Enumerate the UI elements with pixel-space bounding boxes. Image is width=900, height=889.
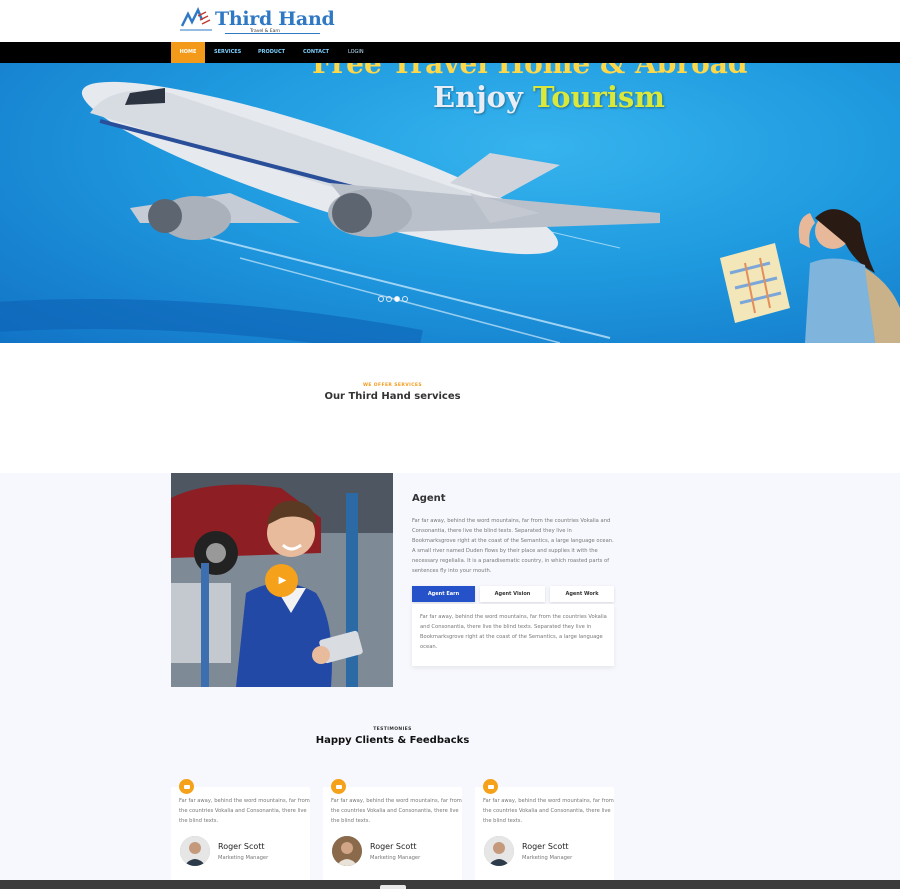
- testimonies-title: Happy Clients & Feedbacks: [315, 735, 470, 746]
- tab-agent-work[interactable]: Agent Work: [550, 586, 614, 602]
- slider-dot[interactable]: [378, 296, 384, 302]
- hero-slider[interactable]: Free Travel Home & Abroad Enjoy Tourism: [0, 63, 900, 343]
- testimonial-name: Roger Scott: [370, 842, 417, 851]
- slider-dot[interactable]: [386, 296, 392, 302]
- avatar: [332, 836, 362, 866]
- tab-agent-earn[interactable]: Agent Earn: [412, 586, 475, 602]
- agent-title: Agent: [412, 493, 446, 504]
- services-kicker: WE OFFER SERVICES: [362, 383, 423, 388]
- testimonial-text: Far far away, behind the word mountains,…: [331, 798, 462, 824]
- nav-product[interactable]: PRODUCT: [258, 42, 285, 63]
- person-icon: [332, 836, 362, 866]
- quote-icon: [179, 779, 194, 794]
- quote-icon: [483, 779, 498, 794]
- logo-tagline: Travel & Earn: [250, 29, 280, 34]
- nav-login[interactable]: LOGIN: [348, 42, 364, 63]
- site-header: [0, 0, 900, 42]
- person-icon: [484, 836, 514, 866]
- services-section: [0, 343, 900, 473]
- tab-panel-text: Far far away, behind the word mountains,…: [420, 614, 607, 650]
- slider-dot-active[interactable]: [394, 296, 400, 302]
- services-title: Our Third Hand services: [324, 391, 461, 402]
- scroll-handle[interactable]: [380, 885, 406, 889]
- nav-contact[interactable]: CONTACT: [303, 42, 329, 63]
- avatar: [484, 836, 514, 866]
- tourist-woman-icon: [720, 209, 900, 343]
- testimonial-name: Roger Scott: [218, 842, 265, 851]
- slider-dot[interactable]: [402, 296, 408, 302]
- testimonial-role: Marketing Manager: [370, 855, 421, 861]
- play-button[interactable]: ▶: [265, 564, 298, 597]
- testimonial-role: Marketing Manager: [218, 855, 269, 861]
- nav-home[interactable]: HOME: [171, 42, 205, 63]
- avatar: [180, 836, 210, 866]
- testimonial-text: Far far away, behind the word mountains,…: [483, 798, 614, 824]
- quote-icon: [331, 779, 346, 794]
- logo-wordmark[interactable]: Third Hand: [215, 8, 335, 30]
- slider-dots: [378, 296, 408, 302]
- play-icon: ▶: [278, 575, 287, 586]
- testimonial-text: Far far away, behind the word mountains,…: [179, 798, 310, 824]
- testimonies-kicker: TESTIMONIES: [373, 727, 412, 732]
- testimonial-role: Marketing Manager: [522, 855, 573, 861]
- bottom-bar: [0, 880, 900, 889]
- agent-description: Far far away, behind the word mountains,…: [412, 518, 614, 574]
- nav-services[interactable]: SERVICES: [214, 42, 241, 63]
- airplane-icon: [81, 81, 660, 255]
- tab-agent-vision[interactable]: Agent Vision: [480, 586, 545, 602]
- person-icon: [180, 836, 210, 866]
- nav-bar: [0, 42, 900, 63]
- testimonial-name: Roger Scott: [522, 842, 569, 851]
